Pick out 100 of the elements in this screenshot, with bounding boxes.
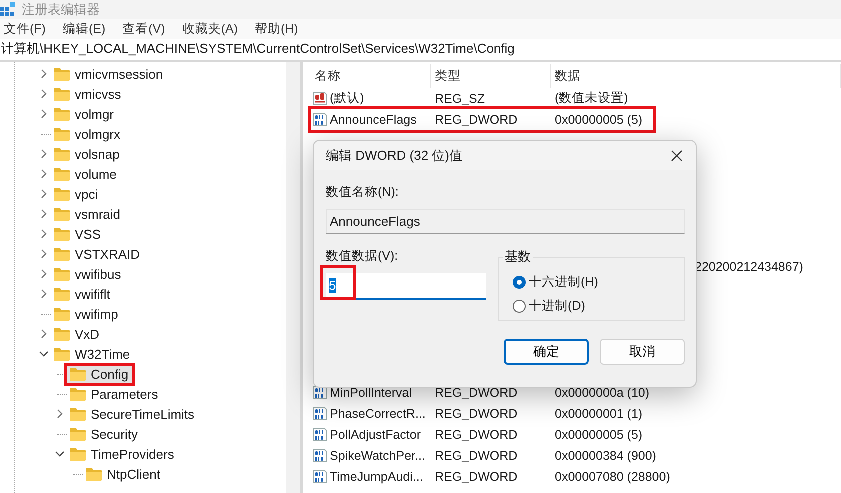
folder-icon	[54, 128, 70, 141]
value-data: 0x00000384 (900)	[554, 448, 656, 463]
string-value-icon	[313, 92, 328, 106]
expand-chevron-icon[interactable]	[40, 89, 48, 100]
expand-chevron-icon[interactable]	[40, 149, 48, 160]
tree-item[interactable]: Config	[67, 366, 132, 383]
value-data: (数值未设置)	[554, 90, 630, 108]
radio-option[interactable]: 十六进制(H)	[513, 274, 684, 291]
expand-chevron-icon[interactable]	[40, 69, 48, 80]
tree-item[interactable]: volsnap	[51, 146, 123, 163]
folder-icon	[70, 408, 86, 421]
value-data: 0x0000000a (10)	[554, 386, 651, 400]
tree-item[interactable]: vpci	[51, 186, 102, 203]
collapse-chevron-icon[interactable]	[39, 350, 49, 358]
tree-item[interactable]: vsmraid	[51, 206, 124, 223]
folder-icon	[54, 348, 70, 361]
value-type: REG_DWORD	[434, 470, 519, 484]
binary-value-icon	[313, 428, 328, 442]
collapse-chevron-icon[interactable]	[55, 450, 65, 458]
column-header[interactable]: 数据	[551, 64, 841, 88]
folder-icon	[54, 308, 70, 321]
tree-item[interactable]: Security	[67, 426, 141, 443]
value-data: 220200212434867)	[695, 260, 804, 274]
expand-chevron-icon[interactable]	[40, 209, 48, 220]
tree-item[interactable]: volmgrx	[51, 126, 124, 143]
folder-icon	[70, 428, 86, 441]
folder-icon	[54, 88, 70, 101]
tree-item[interactable]: SecureTimeLimits	[67, 406, 198, 423]
value-type: REG_DWORD	[434, 386, 519, 400]
tree-item[interactable]: vwifimp	[51, 306, 122, 323]
name-field[interactable]: AnnounceFlags	[326, 209, 685, 234]
folder-icon	[54, 168, 70, 181]
scrollbar-track[interactable]	[286, 62, 300, 493]
tree-item[interactable]: VSTXRAID	[51, 246, 144, 263]
value-type: REG_DWORD	[434, 112, 519, 127]
binary-value-icon	[313, 448, 328, 463]
value-data: 0x00000001 (1)	[554, 406, 644, 421]
expand-chevron-icon[interactable]	[40, 189, 48, 200]
address-bar[interactable]: 计算机\HKEY_LOCAL_MACHINE\SYSTEM\CurrentControlSet\Services\W32Time\Config	[0, 38, 841, 60]
radio-option[interactable]: 十进制(D)	[513, 298, 684, 315]
value-name[interactable]: (默认)	[330, 90, 364, 108]
folder-icon	[54, 268, 70, 281]
window-title: 注册表编辑器	[22, 0, 100, 19]
radio-button[interactable]	[513, 276, 526, 289]
value-data: 0x00007080 (28800)	[554, 470, 670, 484]
value-name[interactable]: TimeJumpAudi...	[330, 470, 424, 484]
value-data: 0x00000005 (5)	[554, 112, 644, 127]
folder-icon	[54, 328, 70, 341]
tree-item[interactable]: volume	[51, 166, 120, 183]
menu-item[interactable]: 编辑(E)	[62, 20, 106, 38]
value-type: REG_DWORD	[434, 448, 519, 463]
expand-chevron-icon[interactable]	[40, 109, 48, 120]
tree-item[interactable]: volmgr	[51, 106, 118, 123]
folder-icon	[54, 248, 70, 261]
menu-item[interactable]: 收藏夹(A)	[182, 20, 238, 38]
value-type: REG_SZ	[434, 92, 486, 106]
value-data: 0x00000005 (5)	[554, 428, 644, 442]
expand-chevron-icon[interactable]	[40, 229, 48, 240]
field-label: 数值数据(V):	[326, 248, 400, 265]
value-name[interactable]: SpikeWatchPer...	[330, 448, 426, 463]
tree-item[interactable]: Parameters	[67, 386, 162, 403]
highlighted-row[interactable]: AnnounceFlags REG_DWORD 0x00000005 (5)	[311, 109, 653, 130]
menu-item[interactable]: 查看(V)	[122, 20, 166, 38]
value-type: REG_DWORD	[434, 406, 519, 421]
folder-icon	[86, 468, 102, 481]
value-name[interactable]: AnnounceFlags	[330, 112, 417, 127]
expand-chevron-icon[interactable]	[56, 409, 64, 420]
folder-icon	[54, 68, 70, 81]
column-header[interactable]: 类型	[431, 64, 551, 88]
value-name[interactable]: MinPollInterval	[330, 386, 412, 400]
tree-item[interactable]: vmicvss	[51, 86, 124, 103]
cancel-button[interactable]: 取消	[600, 339, 685, 365]
menu-item[interactable]: 帮助(H)	[254, 20, 298, 38]
value-type: REG_DWORD	[434, 428, 519, 442]
ok-button[interactable]: 确定	[504, 339, 589, 365]
tree-item[interactable]: vwififlt	[51, 286, 114, 303]
folder-icon	[54, 228, 70, 241]
expand-chevron-icon[interactable]	[40, 329, 48, 340]
tree-item[interactable]: W32Time	[51, 346, 134, 363]
group-label: 基数	[504, 248, 532, 266]
radio-button[interactable]	[513, 300, 526, 313]
value-field[interactable]: 5	[326, 273, 486, 300]
expand-chevron-icon[interactable]	[40, 249, 48, 260]
value-name[interactable]: PollAdjustFactor	[330, 428, 422, 442]
expand-chevron-icon[interactable]	[40, 269, 48, 280]
expand-chevron-icon[interactable]	[40, 289, 48, 300]
binary-value-icon	[313, 470, 328, 484]
folder-icon	[70, 368, 86, 381]
tree-item[interactable]: TimeProviders	[67, 446, 178, 463]
close-icon	[671, 150, 683, 162]
column-header[interactable]: 名称	[311, 64, 431, 88]
value-name[interactable]: PhaseCorrectR...	[330, 406, 426, 421]
tree-item[interactable]: VSS	[51, 226, 104, 243]
folder-icon	[54, 148, 70, 161]
tree-item[interactable]: VxD	[51, 326, 103, 343]
tree-item[interactable]: NtpClient	[83, 466, 164, 483]
tree-item[interactable]: vmicvmsession	[51, 66, 166, 83]
menu-item[interactable]: 文件(F)	[4, 20, 46, 38]
expand-chevron-icon[interactable]	[40, 169, 48, 180]
tree-item[interactable]: vwifibus	[51, 266, 124, 283]
